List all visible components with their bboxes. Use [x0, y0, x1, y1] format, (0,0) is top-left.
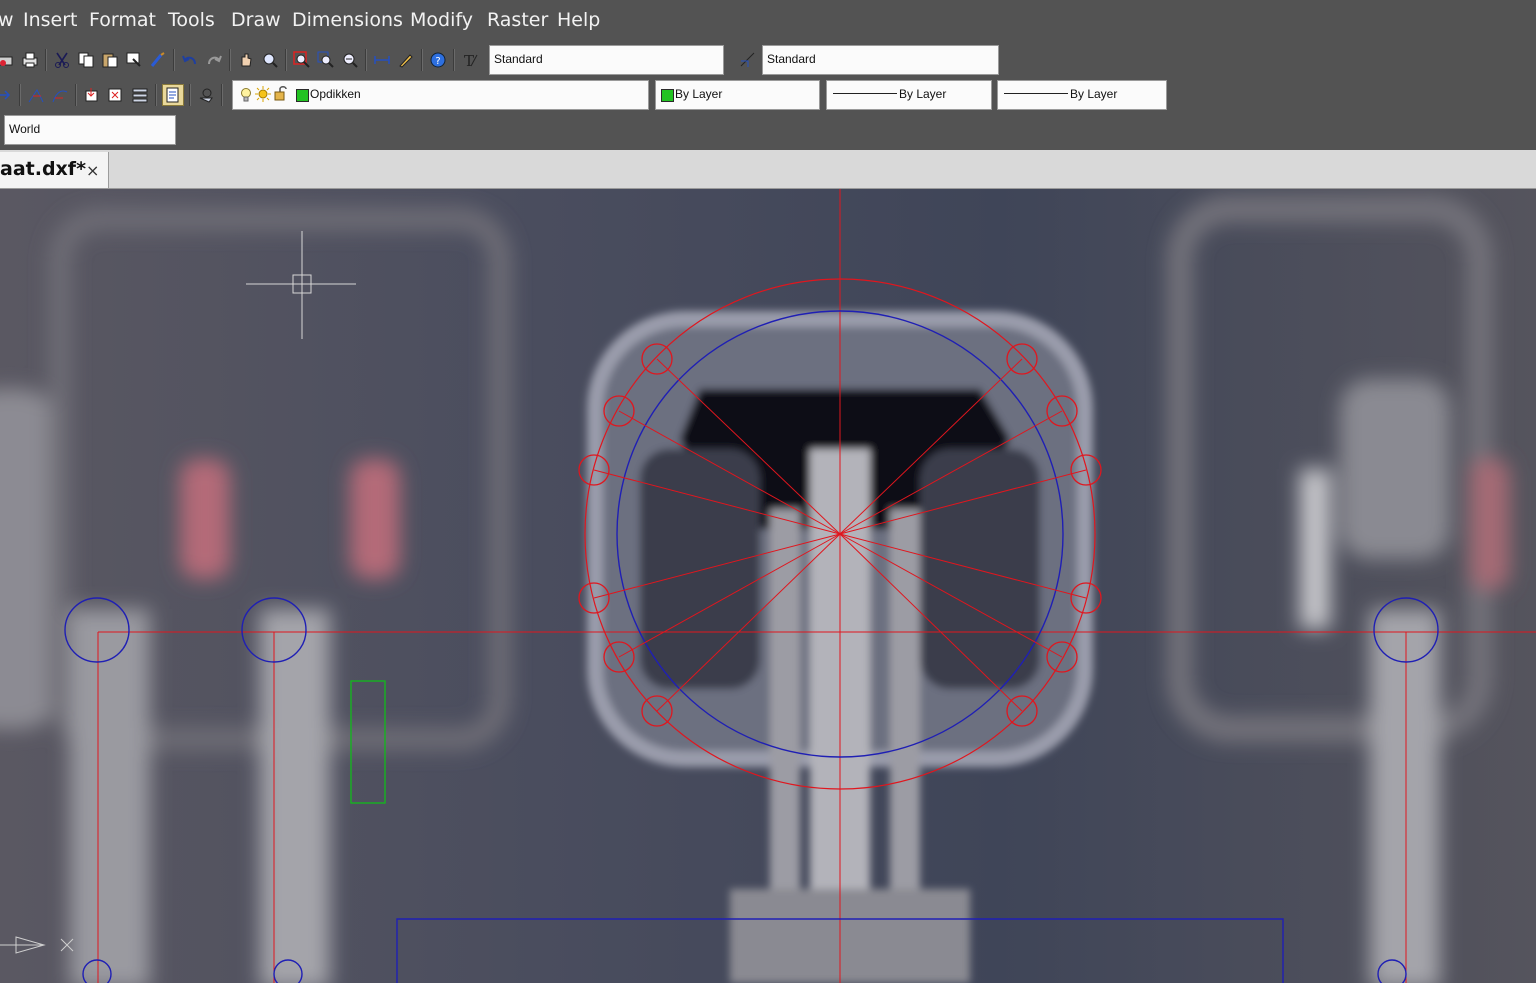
- sun-icon[interactable]: [255, 86, 271, 105]
- layer-properties-icon[interactable]: [130, 85, 150, 105]
- text-style-icon[interactable]: T: [460, 50, 480, 70]
- drawing-canvas[interactable]: [0, 189, 1536, 983]
- menu-dimensions[interactable]: Dimensions: [292, 9, 403, 31]
- arrow-icon[interactable]: [0, 85, 14, 105]
- green-rectangle[interactable]: [350, 680, 386, 804]
- color-value: By Layer: [675, 87, 723, 101]
- draw-modify-toolbar: [0, 80, 226, 110]
- text-style-dropdown[interactable]: Standard: [489, 45, 724, 75]
- color-swatch: [661, 89, 674, 102]
- crosshair-cursor: [246, 231, 356, 339]
- linetype-value: By Layer: [899, 87, 947, 101]
- lineweight-preview: [1004, 93, 1068, 94]
- menu-modify[interactable]: Modify: [410, 9, 473, 31]
- dimension-style-dropdown[interactable]: Standard: [762, 45, 999, 75]
- zoom-window-icon[interactable]: [292, 50, 312, 70]
- toolbar-separator: [173, 49, 175, 71]
- menu-format[interactable]: Format: [89, 9, 156, 31]
- toolbar-separator: [75, 84, 77, 106]
- dimension-style-icon[interactable]: [738, 50, 758, 70]
- menu-insert[interactable]: Insert: [23, 9, 78, 31]
- pencil-icon[interactable]: [396, 50, 416, 70]
- paintbrush-icon[interactable]: [148, 50, 168, 70]
- layer-value: Opdikken: [310, 87, 361, 101]
- svg-text:?: ?: [435, 56, 440, 67]
- trim-icon[interactable]: [26, 85, 46, 105]
- redo-icon[interactable]: [204, 50, 224, 70]
- ucs-value: World: [9, 122, 41, 136]
- toolbar-separator: [45, 49, 47, 71]
- match-properties-icon[interactable]: [124, 50, 144, 70]
- linetype-preview: [833, 93, 897, 94]
- zoom-previous-icon[interactable]: [316, 50, 336, 70]
- layer-color-swatch: [296, 89, 309, 102]
- zoom-extents-icon[interactable]: [340, 50, 360, 70]
- linetype-dropdown[interactable]: By Layer: [826, 80, 992, 110]
- toolbar-separator: [229, 49, 231, 71]
- block-define-icon[interactable]: [106, 85, 126, 105]
- zoom-realtime-icon[interactable]: [260, 50, 280, 70]
- text-style-value: Standard: [494, 52, 543, 66]
- menu-raster[interactable]: Raster: [487, 9, 548, 31]
- document-tab-label: aat.dxf*: [0, 158, 87, 180]
- pivot-circles[interactable]: [64, 597, 1439, 983]
- unlock-icon[interactable]: [274, 85, 288, 104]
- cut-icon[interactable]: [52, 50, 72, 70]
- paste-icon[interactable]: [100, 50, 120, 70]
- menu-view[interactable]: w: [0, 9, 14, 31]
- extend-icon[interactable]: [50, 85, 70, 105]
- lineweight-dropdown[interactable]: By Layer: [997, 80, 1167, 110]
- lightbulb-icon[interactable]: [239, 87, 253, 106]
- pan-icon[interactable]: [236, 50, 256, 70]
- toolbar-separator: [155, 84, 157, 106]
- toolbar-area: ? T Standard Standard Opdikken By Layer: [0, 42, 1536, 150]
- menu-help[interactable]: Help: [557, 9, 600, 31]
- toolbar-separator: [221, 84, 223, 106]
- distance-icon[interactable]: [372, 50, 392, 70]
- block-insert-icon[interactable]: [82, 85, 102, 105]
- toolbar-separator: [19, 84, 21, 106]
- layer-state-icon[interactable]: [162, 84, 184, 106]
- ucs-icon: [0, 936, 74, 954]
- toolbar-separator: [453, 49, 455, 71]
- plot-preview-icon[interactable]: [0, 50, 16, 70]
- toolbar-separator: [189, 84, 191, 106]
- cad-geometry-layer: [0, 189, 1536, 983]
- dimstyle-toolbar: [736, 45, 760, 75]
- toolbar-separator: [285, 49, 287, 71]
- dimension-style-value: Standard: [767, 52, 816, 66]
- ucs-dropdown[interactable]: World: [4, 115, 176, 145]
- menu-tools[interactable]: Tools: [168, 9, 215, 31]
- menu-bar: w Insert Format Tools Draw Dimensions Mo…: [0, 0, 1536, 42]
- help-icon[interactable]: ?: [428, 50, 448, 70]
- toolbar-separator: [421, 49, 423, 71]
- close-tab-icon[interactable]: ×: [86, 161, 99, 180]
- color-dropdown[interactable]: By Layer: [655, 80, 820, 110]
- copy-icon[interactable]: [76, 50, 96, 70]
- layer-dropdown[interactable]: Opdikken: [232, 80, 649, 110]
- undo-icon[interactable]: [180, 50, 200, 70]
- print-icon[interactable]: [20, 50, 40, 70]
- layer-previous-icon[interactable]: [196, 85, 216, 105]
- document-tab[interactable]: aat.dxf* ×: [0, 152, 109, 188]
- svg-text:T: T: [464, 52, 474, 69]
- standard-toolbar: ? T: [0, 45, 482, 75]
- document-tab-strip: aat.dxf* ×: [0, 150, 1536, 189]
- menu-draw[interactable]: Draw: [231, 9, 281, 31]
- toolbar-separator: [365, 49, 367, 71]
- lineweight-value: By Layer: [1070, 87, 1118, 101]
